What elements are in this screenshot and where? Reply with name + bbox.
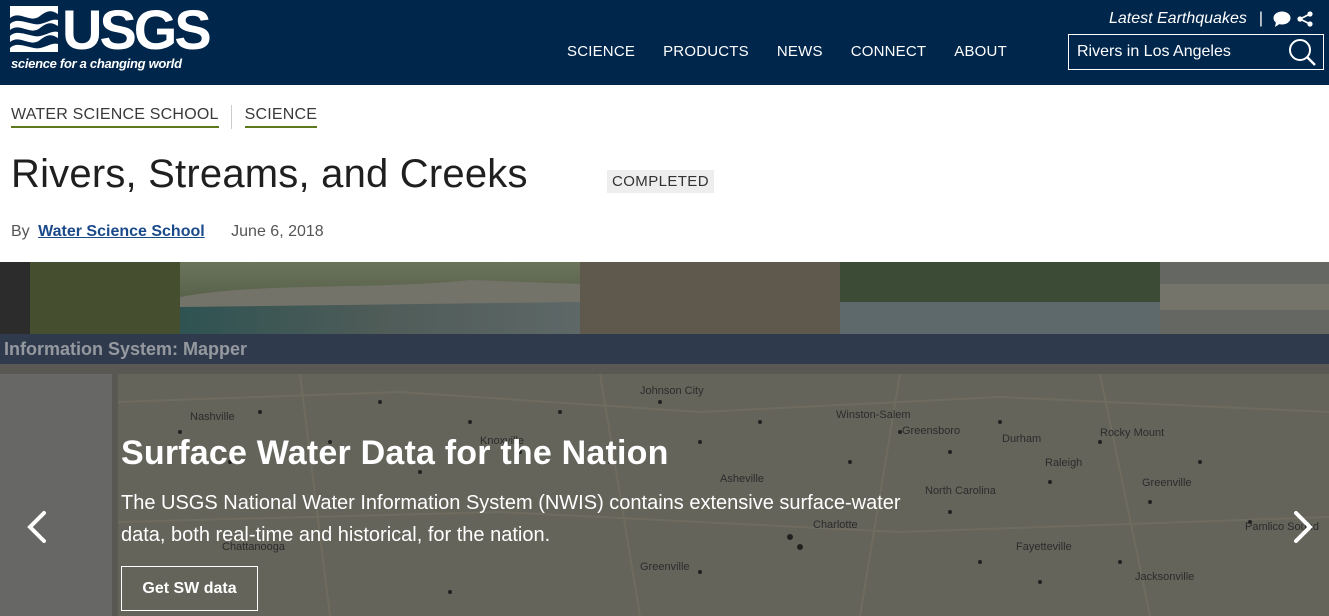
publish-date: June 6, 2018 — [231, 223, 324, 240]
nav-science[interactable]: SCIENCE — [567, 43, 635, 60]
byline-prefix: By — [11, 223, 30, 240]
hero-heading: Surface Water Data for the Nation — [121, 434, 669, 472]
nav-products[interactable]: PRODUCTS — [663, 43, 749, 60]
breadcrumb-science[interactable]: SCIENCE — [244, 106, 318, 128]
utility-links: Latest Earthquakes | — [1109, 9, 1313, 29]
usgs-logo[interactable]: USGS science for a changing world — [10, 0, 212, 76]
hero-description: The USGS National Water Information Syst… — [121, 492, 901, 546]
logo-tagline: science for a changing world — [11, 56, 182, 71]
breadcrumb: WATER SCIENCE SCHOOL SCIENCE — [11, 105, 318, 129]
main-nav: SCIENCE PRODUCTS NEWS CONNECT ABOUT — [567, 43, 1035, 60]
chat-icon[interactable] — [1273, 11, 1291, 27]
page-title: Rivers, Streams, and Creeks — [11, 152, 528, 196]
site-search — [1068, 34, 1324, 70]
nav-connect[interactable]: CONNECT — [851, 43, 927, 60]
utility-divider: | — [1258, 10, 1263, 27]
chevron-left-icon[interactable] — [22, 508, 52, 546]
author-link[interactable]: Water Science School — [38, 223, 205, 240]
hero-carousel: Information System: Mapper Johnson City … — [0, 262, 1329, 616]
usgs-wave-icon — [10, 6, 58, 52]
nav-about[interactable]: ABOUT — [954, 43, 1007, 60]
logo-wordmark: USGS — [62, 0, 212, 61]
nav-news[interactable]: NEWS — [777, 43, 823, 60]
status-badge: COMPLETED — [607, 170, 714, 193]
search-input[interactable] — [1069, 35, 1289, 69]
chevron-right-icon[interactable] — [1288, 508, 1318, 546]
breadcrumb-water-science-school[interactable]: WATER SCIENCE SCHOOL — [11, 106, 219, 128]
breadcrumb-divider — [230, 105, 232, 129]
search-icon[interactable] — [1287, 38, 1317, 68]
latest-earthquakes-link[interactable]: Latest Earthquakes — [1109, 10, 1247, 28]
site-header: USGS science for a changing world Latest… — [0, 0, 1329, 85]
byline: By Water Science School June 6, 2018 — [11, 223, 324, 241]
get-sw-data-button[interactable]: Get SW data — [121, 566, 258, 611]
share-icon[interactable] — [1297, 11, 1313, 27]
